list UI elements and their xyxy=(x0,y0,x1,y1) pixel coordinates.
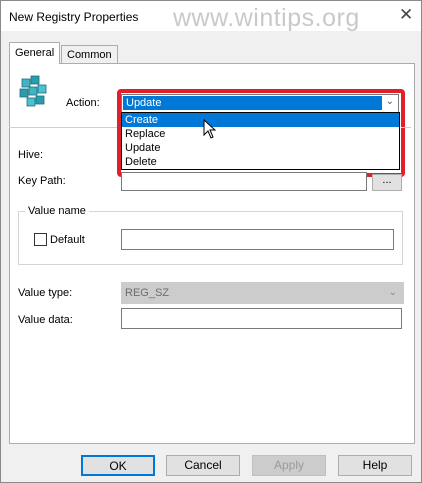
value-type-selected: REG_SZ xyxy=(125,287,170,299)
value-name-input[interactable] xyxy=(121,229,394,250)
cancel-button[interactable]: Cancel xyxy=(166,455,240,476)
separator-line xyxy=(9,127,117,128)
action-label: Action: xyxy=(66,97,100,109)
ok-button[interactable]: OK xyxy=(81,455,155,476)
dropdown-option-update[interactable]: Update xyxy=(122,141,399,155)
close-icon[interactable]: ✕ xyxy=(399,5,413,25)
mouse-pointer-icon xyxy=(203,119,217,139)
chevron-down-icon[interactable]: ⌄ xyxy=(386,96,394,107)
value-type-combobox: REG_SZ ⌄ xyxy=(121,282,404,304)
hive-label: Hive: xyxy=(18,149,44,161)
value-type-label: Value type: xyxy=(18,287,73,299)
title-bar: New Registry Properties www.wintips.org … xyxy=(1,1,421,32)
watermark: www.wintips.org xyxy=(173,4,360,32)
separator-line xyxy=(401,127,411,128)
value-data-label: Value data: xyxy=(18,314,73,326)
tab-general[interactable]: General xyxy=(9,42,61,64)
dropdown-option-create[interactable]: Create xyxy=(122,113,399,127)
chevron-down-icon: ⌄ xyxy=(388,287,397,298)
value-data-input[interactable] xyxy=(121,308,402,329)
value-name-group-label: Value name xyxy=(25,205,89,217)
apply-button: Apply xyxy=(252,455,326,476)
key-path-input[interactable] xyxy=(121,172,367,191)
registry-properties-dialog: New Registry Properties www.wintips.org … xyxy=(0,0,422,483)
tab-common[interactable]: Common xyxy=(61,45,118,64)
dropdown-option-delete[interactable]: Delete xyxy=(122,155,399,169)
window-title: New Registry Properties xyxy=(9,10,139,24)
action-dropdown-list[interactable]: Create Replace Update Delete xyxy=(121,112,400,170)
key-path-label: Key Path: xyxy=(18,175,66,187)
default-checkbox-label[interactable]: Default xyxy=(50,234,85,246)
registry-cubes-icon xyxy=(19,75,47,107)
action-combobox[interactable]: Update ⌄ xyxy=(121,94,399,113)
help-button[interactable]: Help xyxy=(338,455,412,476)
default-checkbox[interactable] xyxy=(34,233,47,246)
browse-button[interactable]: ... xyxy=(372,174,402,191)
action-selected-value: Update xyxy=(123,96,382,110)
dropdown-option-replace[interactable]: Replace xyxy=(122,127,399,141)
